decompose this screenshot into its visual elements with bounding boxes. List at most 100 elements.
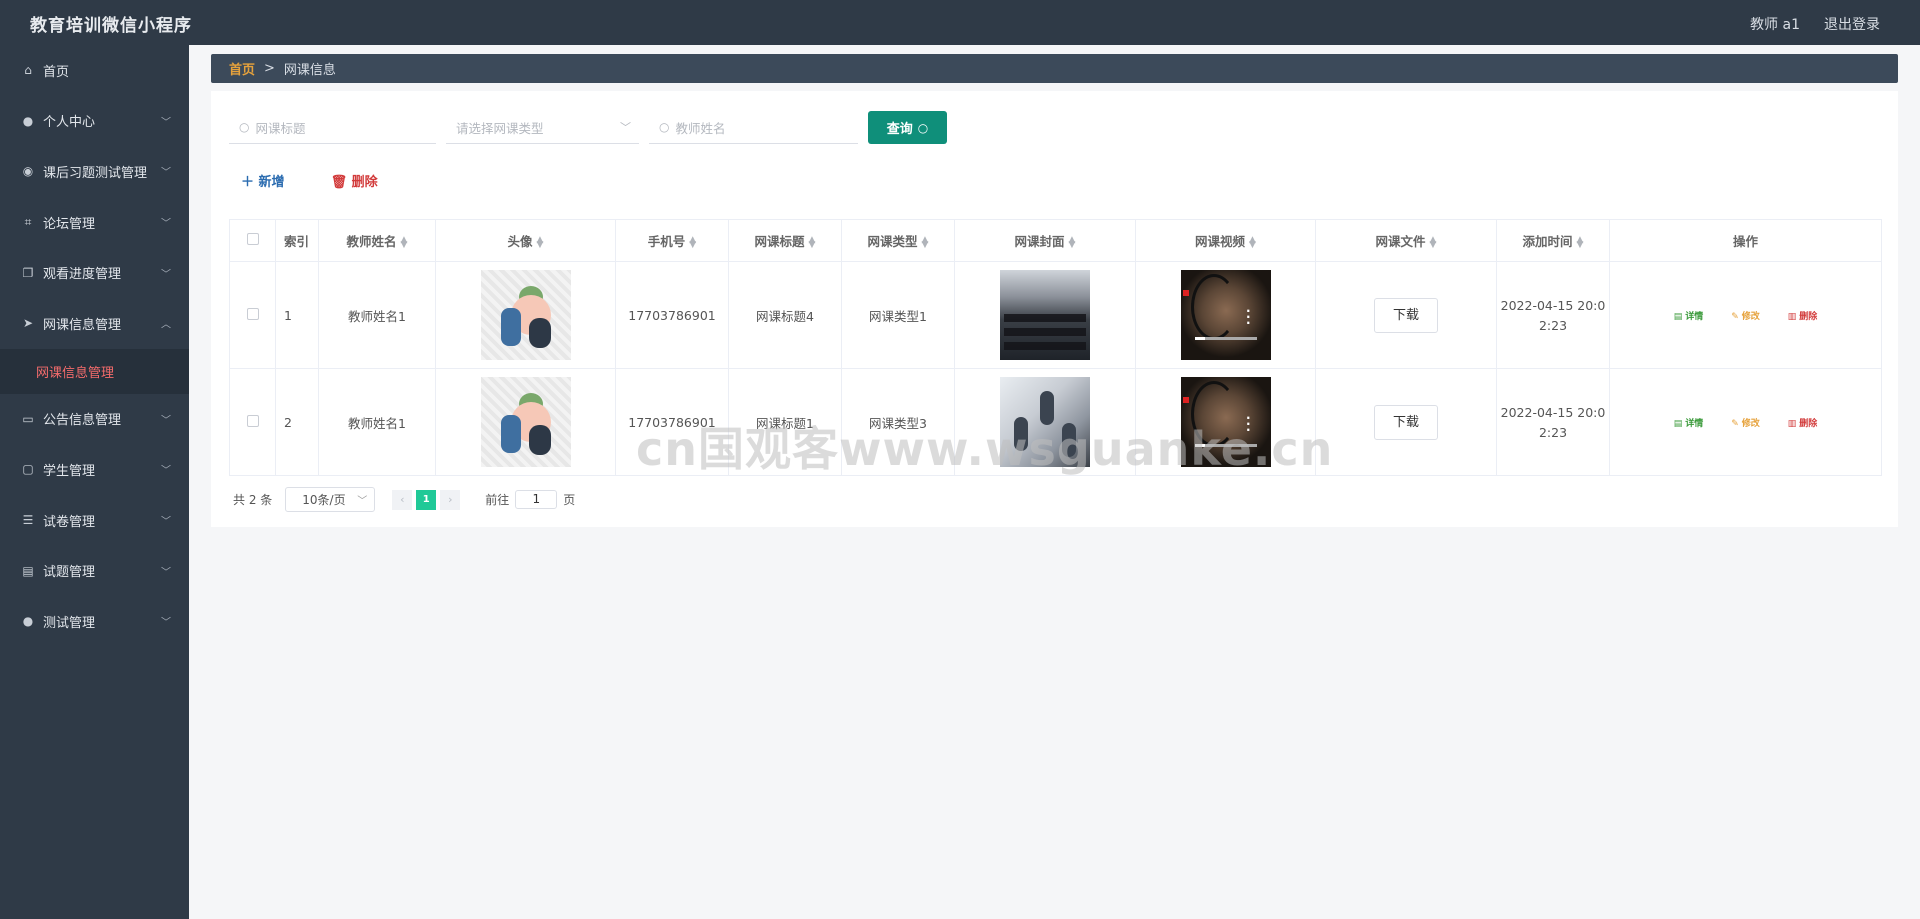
edit-icon: ✎ [1731,418,1739,429]
page-number-button[interactable]: 1 [416,489,437,510]
column-header-video[interactable]: 网课视频 ▲ ▼ [1135,219,1316,262]
sidebar-item-notices[interactable]: ▭ 公告信息管理 ﹀ [0,394,189,445]
avatar-image[interactable] [480,270,571,360]
avatar-image[interactable] [480,377,571,467]
avatar-cell [435,261,616,369]
page-suffix: 页 [563,493,576,507]
next-page-button[interactable]: › [440,489,461,510]
top-header: 教育培训微信小程序 教师 a1 退出登录 [0,0,1920,45]
monitor-icon: ▭ [22,411,34,426]
column-header-avatar[interactable]: 头像 ▲ ▼ [435,219,616,262]
send-icon: ➤ [22,316,34,331]
sort-icon[interactable]: ▲ ▼ [922,235,929,249]
chevron-down-icon: ﹀ [161,117,171,129]
crop-icon: ⌗ [24,214,32,229]
main-panel: ○ 网课标题 请选择网课类型 ﹀ ○ 教师姓名 查询 ○ ＋ 新增 🗑 删除 索… [211,91,1898,527]
sidebar-item-profile[interactable]: ● 个人中心 ﹀ [0,96,189,147]
sort-icon[interactable]: ▲ ▼ [401,235,408,249]
page-size-select[interactable]: 10条/页 ﹀ [285,487,376,512]
sidebar-subitem-course-info[interactable]: 网课信息管理 [0,348,189,394]
query-button-label: 查询 [886,122,913,137]
column-header-title[interactable]: 网课标题 ▲ ▼ [728,219,842,262]
column-header-file[interactable]: 网课文件 ▲ ▼ [1315,219,1497,262]
column-label: 网课类型 [867,234,918,249]
edit-button[interactable]: ✎ 修改 [1731,416,1760,429]
column-label: 操作 [1732,234,1758,249]
sort-icon[interactable]: ▲ ▼ [1430,235,1437,249]
table-row: 2 教师姓名1 17703786901 网课标题1 网课类型3 · · · 下载… [229,368,1882,476]
sidebar-item-students[interactable]: ▢ 学生管理 ﹀ [0,444,189,495]
breadcrumb-home-link[interactable]: 首页 [229,59,255,78]
more-vert-icon[interactable]: · · · [1246,305,1251,329]
sidebar-item-progress[interactable]: ❐ 观看进度管理 ﹀ [0,247,189,298]
sidebar-item-forum[interactable]: ⌗ 论坛管理 ﹀ [0,197,189,248]
goto-page-input[interactable]: 1 [515,490,558,509]
column-header-teacher[interactable]: 教师姓名 ▲ ▼ [318,219,436,262]
phone-cell: 17703786901 [615,368,729,476]
delete-button[interactable]: ▥ 删除 [1788,416,1818,429]
card-icon: ▤ [22,563,34,578]
course-type-select[interactable]: 请选择网课类型 ﹀ [446,111,639,144]
breadcrumb-current: 网课信息 [283,63,336,78]
teacher-name-search-input[interactable]: ○ 教师姓名 [649,111,858,144]
time-cell: 2022-04-15 20:0 2:23 [1496,261,1610,369]
edit-label: 修改 [1741,418,1760,429]
more-vert-icon[interactable]: · · · [1246,412,1251,436]
add-button[interactable]: ＋ 新增 [241,171,285,190]
sidebar-item-label: 试题管理 [43,565,96,581]
teacher-cell: 教师姓名1 [318,261,436,369]
detail-button[interactable]: ▤ 详情 [1674,416,1704,429]
document-icon: ▤ [1673,418,1683,429]
teacher-cell: 教师姓名1 [318,368,436,476]
course-title-placeholder: 网课标题 [255,120,306,136]
sidebar-item-course-info[interactable]: ➤ 网课信息管理 ︿ [0,298,189,349]
add-button-label: 新增 [258,175,285,190]
sort-icon[interactable]: ▲ ▼ [809,235,816,249]
sidebar-item-questions[interactable]: ▤ 试题管理 ﹀ [0,545,189,596]
sidebar-item-papers[interactable]: ☰ 试卷管理 ﹀ [0,495,189,546]
select-all-checkbox[interactable] [246,233,259,245]
column-header-type[interactable]: 网课类型 ▲ ▼ [841,219,955,262]
column-header-time[interactable]: 添加时间 ▲ ▼ [1496,219,1610,262]
search-icon: ○ [917,120,929,135]
sidebar-item-label: 测试管理 [43,615,96,631]
delete-button[interactable]: ▥ 删除 [1788,309,1818,322]
course-title-search-input[interactable]: ○ 网课标题 [229,111,436,144]
batch-delete-button[interactable]: 🗑 删除 [331,171,378,190]
row-checkbox[interactable] [246,414,259,427]
chevron-right-icon: › [448,493,453,506]
pagination: 共 2 条 10条/页 ﹀ ‹ 1 › 前往 1 页 [233,487,575,512]
edit-button[interactable]: ✎ 修改 [1731,309,1760,322]
download-button[interactable]: 下载 [1374,297,1438,333]
sort-icon[interactable]: ▲ ▼ [1249,235,1256,249]
sidebar-item-label: 课后习题测试管理 [43,165,148,181]
sort-icon[interactable]: ▲ ▼ [689,235,696,249]
course-table: 索引 教师姓名 ▲ ▼ 头像 ▲ ▼ 手机号 ▲ ▼ 网课标题 ▲ ▼ 网课类型 ▲ ▼ 网课封面 ▲… [229,219,1882,476]
video-cell: · · · [1135,261,1316,369]
column-label: 索引 [284,234,310,249]
sidebar-item-home[interactable]: ⌂ 首页 [0,45,189,96]
course-video-player[interactable]: · · · [1180,270,1271,360]
sort-icon[interactable]: ▲ ▼ [537,235,544,249]
row-checkbox[interactable] [246,307,259,320]
phone-cell: 17703786901 [615,261,729,369]
download-button[interactable]: 下载 [1374,404,1438,440]
column-header-phone[interactable]: 手机号 ▲ ▼ [615,219,729,262]
sort-icon[interactable]: ▲ ▼ [1069,235,1076,249]
prev-page-button[interactable]: ‹ [392,489,413,510]
search-icon: ○ [659,120,670,134]
sidebar-item-exercise-tests[interactable]: ◉ 课后习题测试管理 ﹀ [0,146,189,197]
sidebar-item-label: 网课信息管理 [43,317,122,333]
course-video-player[interactable]: · · · [1180,377,1271,467]
table-row: 1 教师姓名1 17703786901 网课标题4 网课类型1 · · · 下载… [229,261,1882,369]
column-header-cover[interactable]: 网课封面 ▲ ▼ [954,219,1136,262]
query-button[interactable]: 查询 ○ [868,111,947,144]
search-icon: ○ [239,120,250,134]
sort-icon[interactable]: ▲ ▼ [1577,235,1584,249]
detail-button[interactable]: ▤ 详情 [1674,309,1704,322]
course-cover-image[interactable] [1000,270,1090,360]
sidebar-item-tests[interactable]: ● 测试管理 ﹀ [0,596,189,647]
logout-button[interactable]: 退出登录 [1824,14,1880,34]
row-select-cell [229,261,276,369]
course-cover-image[interactable] [1000,377,1090,467]
